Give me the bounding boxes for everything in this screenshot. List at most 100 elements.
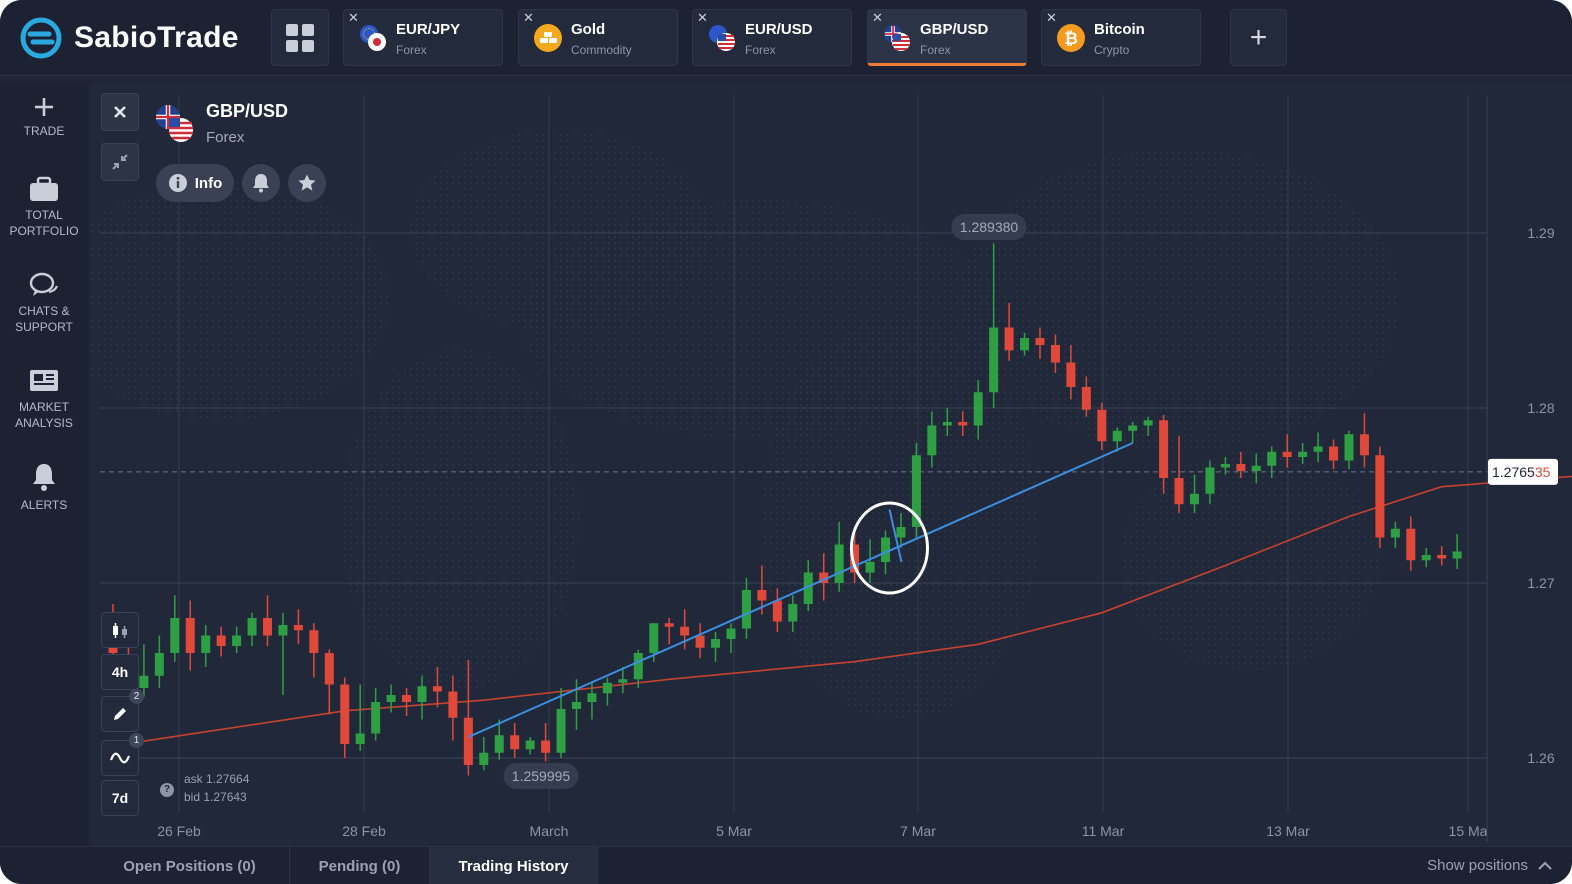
gold-icon (534, 24, 562, 52)
bottom-bar: Open Positions (0) Pending (0) Trading H… (0, 846, 1572, 884)
ask-price: ask 1.27664 (184, 772, 250, 786)
indicators-count-badge: 1 (129, 733, 144, 748)
bid-price: bid 1.27643 (184, 790, 247, 804)
sidebar-item-label: TOTAL PORTFOLIO (9, 208, 79, 238)
candle (201, 625, 211, 667)
indicators-button[interactable]: 1 (101, 733, 144, 776)
candle-body (757, 590, 767, 601)
candle-body (896, 527, 906, 538)
sidebar-item-trade[interactable]: TRADE (0, 96, 88, 139)
candle-body (602, 682, 612, 694)
sidebar-item-chats[interactable]: CHATS & SUPPORT (0, 272, 88, 335)
add-tab-button[interactable]: + (1230, 9, 1287, 66)
candle-body (324, 653, 334, 685)
tab-label: Trading History (458, 857, 569, 875)
tab-gold[interactable]: ✕ Gold Commodity (518, 9, 678, 66)
x-tick-label: 11 Mar (1082, 823, 1125, 839)
x-tick-label: 28 Feb (342, 823, 386, 839)
candle (525, 737, 535, 755)
sidebar-item-portfolio[interactable]: TOTAL PORTFOLIO (0, 176, 88, 239)
candle-body (510, 735, 520, 750)
collapse-chart-button[interactable] (101, 143, 139, 181)
candle-body (618, 679, 628, 683)
grid-icon (286, 23, 314, 52)
candle (1359, 413, 1369, 468)
candle-body (371, 702, 381, 734)
candle (1344, 430, 1354, 470)
star-icon (298, 174, 316, 191)
info-icon (168, 174, 187, 192)
candle (911, 443, 921, 538)
candle (232, 626, 242, 653)
show-positions-toggle[interactable]: Show positions (1427, 857, 1552, 874)
tab-pending[interactable]: Pending (0) (290, 847, 430, 884)
bell-icon (33, 464, 55, 491)
help-icon[interactable]: ? (160, 783, 174, 797)
symbol-name: GBP/USD (206, 101, 289, 121)
plus-icon (35, 98, 53, 116)
sidebar-item-label: ALERTS (20, 498, 68, 512)
x-tick-label: 26 Feb (157, 823, 201, 839)
tab-bitcoin[interactable]: ✕ ₿ Bitcoin Crypto (1041, 9, 1201, 66)
x-tick-label: 13 Mar (1266, 823, 1310, 839)
tab-eur-usd[interactable]: ✕ EUR/USD Forex (692, 9, 852, 66)
tab-trading-history[interactable]: Trading History (430, 847, 598, 884)
pencil-icon (114, 708, 126, 720)
candle-body (1329, 446, 1339, 461)
candle-body (973, 392, 983, 426)
close-chart-button[interactable] (101, 93, 139, 131)
top-bar: SabioTrade ✕ EUR/JPY Forex ✕ Gold Commod… (0, 0, 1572, 76)
tab-eur-jpy[interactable]: ✕ EUR/JPY Forex (343, 9, 503, 66)
candle-body (417, 686, 427, 702)
briefcase-icon (30, 176, 58, 201)
range-button[interactable]: 7d (101, 780, 139, 816)
candle-body (1190, 493, 1199, 505)
tab-open-positions[interactable]: Open Positions (0) (90, 847, 290, 884)
candle-body (1298, 451, 1308, 457)
price-alert-button[interactable] (242, 164, 280, 202)
candle (185, 600, 195, 671)
candle-body (649, 623, 659, 653)
info-button[interactable]: Info (156, 164, 234, 202)
candle (402, 688, 412, 716)
brand-logo[interactable]: SabioTrade (20, 16, 239, 60)
candle (1406, 516, 1416, 571)
candle (1390, 521, 1400, 548)
favorite-button[interactable] (288, 164, 326, 202)
ask-bid-readout: ask 1.27664 bid 1.27643 (184, 770, 249, 806)
tab-category: Commodity (571, 43, 632, 57)
tab-name: EUR/JPY (396, 21, 461, 38)
candle (216, 626, 226, 657)
candle-body (1143, 420, 1153, 426)
candle (602, 677, 612, 706)
candle-body (1344, 434, 1354, 461)
timeframe-button[interactable]: 4h (101, 654, 139, 690)
drawing-tools-button[interactable]: 2 (101, 689, 144, 732)
sidebar-item-alerts[interactable]: ALERTS (0, 462, 88, 513)
candle-body (1406, 528, 1416, 561)
indicator-wave-icon (109, 752, 131, 764)
candle-body (834, 544, 844, 583)
candle-body (170, 618, 180, 653)
candle-body (1205, 467, 1215, 494)
sidebar-item-market-analysis[interactable]: MARKET ANALYSIS (0, 368, 88, 431)
candle (711, 632, 721, 662)
eur-usd-flag-icon (709, 25, 735, 51)
candle-body (247, 618, 257, 636)
candle-body (788, 604, 798, 622)
candle-body (525, 740, 535, 750)
eur-jpy-flag-icon (360, 25, 386, 51)
y-tick-label: 1.27 (1527, 575, 1554, 591)
chart-type-button[interactable] (101, 612, 139, 648)
sabiotrade-logo-icon (20, 17, 62, 59)
layout-grid-button[interactable] (271, 9, 329, 66)
map-texture (1120, 450, 1380, 670)
candle (324, 649, 334, 715)
bell-icon (253, 174, 269, 193)
tab-gbp-usd[interactable]: ✕ GBP/USD Forex (867, 9, 1027, 66)
candle-body (741, 590, 751, 629)
x-tick-label: 5 Mar (716, 823, 752, 839)
candle-body (340, 684, 350, 744)
chevron-up-icon (1538, 861, 1552, 870)
sidebar-item-label: MARKET ANALYSIS (15, 400, 73, 430)
